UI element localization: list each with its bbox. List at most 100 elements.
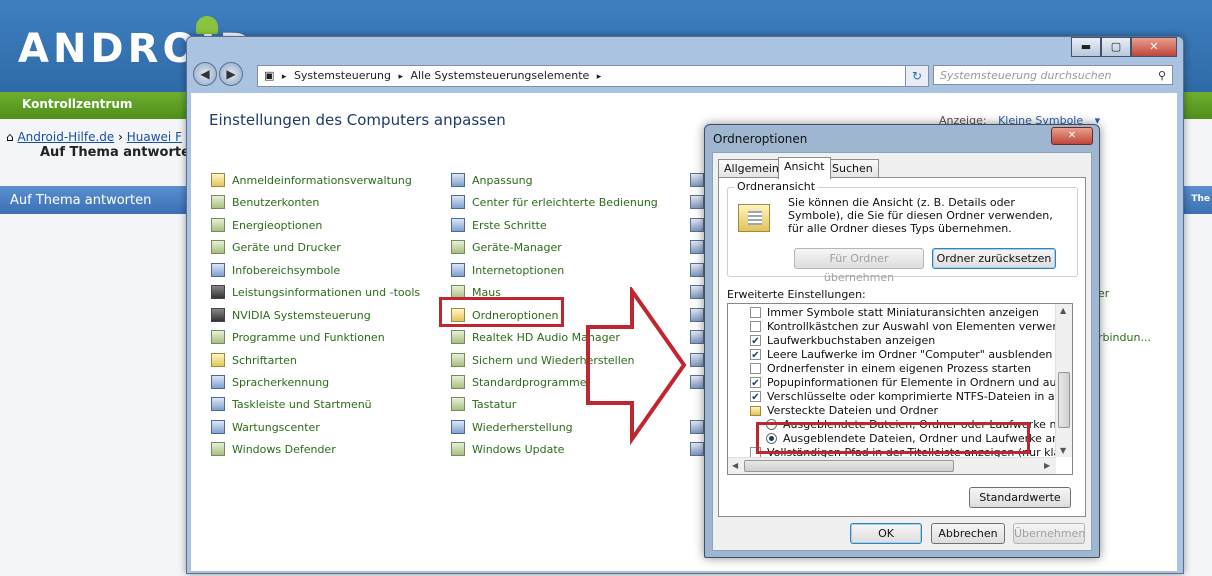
checkbox[interactable] — [750, 321, 761, 332]
cp-item-geraete-drucker[interactable]: Geräte und Drucker — [211, 240, 341, 254]
option-hide-empty-drives[interactable]: ✔ Leere Laufwerke im Ordner "Computer" au… — [750, 348, 1052, 361]
tab-suchen[interactable]: Suchen — [826, 159, 879, 178]
reset-folders-button[interactable]: Ordner zurücksetzen — [932, 248, 1056, 269]
cp-item-anmeldeinformationsverwaltung[interactable]: Anmeldeinformationsverwaltung — [211, 173, 412, 187]
checkbox[interactable]: ✔ — [750, 349, 761, 361]
cp-item-icon[interactable] — [690, 308, 704, 322]
taskbar-icon — [211, 397, 225, 411]
breadcrumb: ⌂ Android-Hilfe.de › Huawei F — [6, 130, 182, 144]
cp-item-erste-schritte[interactable]: Erste Schritte — [451, 218, 547, 232]
ok-button[interactable]: OK — [850, 523, 922, 544]
cp-item-infobereichsymbole[interactable]: Infobereichsymbole — [211, 263, 340, 277]
cp-item-icon[interactable] — [690, 330, 704, 344]
cp-item-tastatur[interactable]: Tastatur — [451, 397, 516, 411]
window-controls: ▬ ▢ ✕ — [1071, 37, 1177, 57]
dialog-close-button[interactable]: ✕ — [1051, 127, 1093, 145]
windows-update-icon — [451, 442, 465, 456]
scroll-right-icon[interactable]: ▶ — [1044, 461, 1050, 470]
scroll-down-icon[interactable]: ▼ — [1060, 446, 1066, 455]
scrollbar-thumb[interactable] — [1058, 372, 1070, 428]
nvidia-icon — [211, 308, 225, 322]
nav-buttons: ◀ ▶ — [193, 62, 243, 86]
cp-item-icon[interactable] — [690, 442, 704, 456]
cp-item-icon[interactable] — [690, 420, 704, 434]
option-checkboxes-select[interactable]: Kontrollkästchen zur Auswahl von Element… — [750, 320, 1072, 333]
address-bar[interactable]: ▣ ▸ Systemsteuerung ▸ Alle Systemsteueru… — [257, 65, 929, 87]
internet-options-icon — [451, 263, 465, 277]
minimize-button[interactable]: ▬ — [1071, 37, 1101, 57]
cp-item-schriftarten[interactable]: Schriftarten — [211, 353, 297, 367]
breadcrumb-link[interactable]: Huawei F — [127, 130, 182, 144]
cp-item-icon[interactable] — [690, 353, 704, 367]
defaults-button[interactable]: Standardwerte — [969, 487, 1071, 508]
cp-item-erleichterte-bedienung[interactable]: Center für erleichterte Bedienung — [451, 195, 658, 209]
cp-item-energieoptionen[interactable]: Energieoptionen — [211, 218, 322, 232]
cp-item-wartungscenter[interactable]: Wartungscenter — [211, 420, 320, 434]
cp-item-anpassung[interactable]: Anpassung — [451, 173, 533, 187]
scroll-up-icon[interactable]: ▲ — [1060, 306, 1066, 315]
apply-button[interactable]: Übernehmen — [1013, 523, 1085, 544]
group-description: Sie können die Ansicht (z. B. Details od… — [788, 196, 1053, 235]
cp-item-wiederherstellung[interactable]: Wiederherstellung — [451, 420, 573, 434]
cp-item-windows-update[interactable]: Windows Update — [451, 442, 564, 456]
cp-item-windows-defender[interactable]: Windows Defender — [211, 442, 336, 456]
vertical-scrollbar[interactable]: ▲ ▼ — [1055, 304, 1072, 457]
maximize-button[interactable]: ▢ — [1101, 37, 1131, 57]
cp-item-geraete-manager[interactable]: Geräte-Manager — [451, 240, 562, 254]
action-center-icon — [211, 420, 225, 434]
backup-icon — [451, 353, 465, 367]
cp-item-icon[interactable] — [690, 218, 704, 232]
horizontal-scrollbar[interactable]: ◀ ▶ — [728, 457, 1056, 474]
default-programs-icon — [451, 375, 465, 389]
cp-item-icon[interactable] — [690, 263, 704, 277]
cp-item-icon[interactable] — [690, 240, 704, 254]
folder-view-icon — [738, 204, 770, 232]
cp-item-icon[interactable] — [690, 375, 704, 389]
cp-item-leistungsinformationen[interactable]: Leistungsinformationen und -tools — [211, 285, 420, 299]
getting-started-icon — [451, 218, 465, 232]
cp-item-icon[interactable] — [690, 195, 704, 209]
address-crumb[interactable]: Systemsteuerung — [294, 69, 391, 82]
checkbox[interactable]: ✔ — [750, 391, 761, 403]
cp-item-icon[interactable] — [690, 285, 704, 299]
cp-item-taskleiste[interactable]: Taskleiste und Startmenü — [211, 397, 372, 411]
tab-panel-ansicht: Ordneransicht Sie können die Ansicht (z.… — [718, 177, 1086, 517]
checkbox[interactable]: ✔ — [750, 377, 761, 389]
scrollbar-thumb[interactable] — [744, 460, 954, 472]
cp-item-spracherkennung[interactable]: Spracherkennung — [211, 375, 329, 389]
dialog-body: Allgemein Ansicht Suchen Ordneransicht S… — [712, 152, 1092, 551]
section-bar-label: Auf Thema antworten — [10, 193, 152, 208]
cp-item-programme[interactable]: Programme und Funktionen — [211, 330, 385, 344]
folder-view-group: Ordneransicht Sie können die Ansicht (z.… — [727, 180, 1078, 284]
cp-item-benutzerkonten[interactable]: Benutzerkonten — [211, 195, 319, 209]
option-always-icons[interactable]: Immer Symbole statt Miniaturansichten an… — [750, 306, 1039, 319]
cp-item-fragment[interactable]: rbindun... — [1098, 331, 1151, 344]
keyboard-icon — [451, 397, 465, 411]
power-options-icon — [211, 218, 225, 232]
user-accounts-icon — [211, 195, 225, 209]
cancel-button[interactable]: Abbrechen — [931, 523, 1005, 544]
option-popup-info[interactable]: ✔ Popupinformationen für Elemente in Ordn… — [750, 376, 1072, 389]
tab-allgemein[interactable]: Allgemein — [718, 159, 785, 178]
back-button[interactable]: ◀ — [193, 62, 217, 86]
cp-item-standardprogramme[interactable]: Standardprogramme — [451, 375, 586, 389]
close-button[interactable]: ✕ — [1131, 37, 1177, 57]
option-ntfs-color[interactable]: ✔ Verschlüsselte oder komprimierte NTFS-D… — [750, 390, 1072, 403]
breadcrumb-link[interactable]: Android-Hilfe.de — [17, 130, 114, 144]
apply-to-folders-button[interactable]: Für Ordner übernehmen — [794, 248, 924, 284]
cp-item-icon[interactable] — [690, 173, 704, 187]
checkbox[interactable]: ✔ — [750, 335, 761, 347]
scroll-left-icon[interactable]: ◀ — [732, 461, 738, 470]
cp-item-internetoptionen[interactable]: Internetoptionen — [451, 263, 564, 277]
address-crumb[interactable]: Alle Systemsteuerungselemente — [411, 69, 590, 82]
checkbox[interactable] — [750, 363, 761, 374]
option-drive-letters[interactable]: ✔ Laufwerkbuchstaben anzeigen — [750, 334, 935, 347]
cp-item-nvidia[interactable]: NVIDIA Systemsteuerung — [211, 308, 371, 322]
menu-kontrollzentrum[interactable]: Kontrollzentrum — [22, 97, 132, 111]
forward-button[interactable]: ▶ — [219, 62, 243, 86]
search-input[interactable]: Systemsteuerung durchsuchen ⚲ — [933, 65, 1173, 85]
option-separate-process[interactable]: Ordnerfenster in einem eigenen Prozess s… — [750, 362, 1031, 375]
tab-ansicht[interactable]: Ansicht — [778, 157, 831, 179]
checkbox[interactable] — [750, 307, 761, 318]
refresh-button[interactable]: ↻ — [905, 65, 929, 87]
